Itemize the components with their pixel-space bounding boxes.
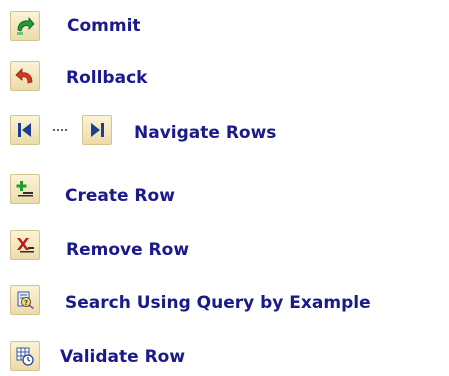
legend-row-remove: Remove Row xyxy=(0,229,449,265)
legend-row-validate: Validate Row xyxy=(0,340,449,376)
toolbar-legend: Commit Rollback Navigate Rows Create Row… xyxy=(0,0,449,373)
rollback-icon xyxy=(15,68,33,84)
query-by-example-button[interactable]: ? xyxy=(10,285,40,315)
range-dots xyxy=(53,129,67,131)
svg-text:?: ? xyxy=(24,299,28,307)
remove-row-button[interactable] xyxy=(10,230,40,260)
last-record-icon xyxy=(91,123,104,137)
legend-row-qbe: ? Search Using Query by Example xyxy=(0,284,449,320)
navigate-rows-label: Navigate Rows xyxy=(134,123,277,143)
commit-icon xyxy=(17,16,35,35)
legend-row-navigate: Navigate Rows xyxy=(0,114,449,150)
query-by-example-icon: ? xyxy=(17,291,34,309)
validate-row-icon xyxy=(16,347,34,366)
commit-button[interactable] xyxy=(10,11,40,41)
remove-row-icon xyxy=(17,238,34,253)
qbe-label: Search Using Query by Example xyxy=(65,293,371,313)
first-record-button[interactable] xyxy=(10,115,40,145)
legend-row-rollback: Rollback xyxy=(0,60,449,96)
rollback-label: Rollback xyxy=(66,68,148,88)
create-row-button[interactable] xyxy=(10,174,40,204)
create-row-label: Create Row xyxy=(65,186,175,206)
validate-row-button[interactable] xyxy=(10,341,40,371)
create-row-icon xyxy=(16,181,33,197)
first-record-icon xyxy=(18,123,31,137)
remove-row-label: Remove Row xyxy=(66,240,190,260)
validate-row-label: Validate Row xyxy=(60,347,186,367)
last-record-button[interactable] xyxy=(82,115,112,145)
legend-row-commit: Commit xyxy=(0,10,449,46)
rollback-button[interactable] xyxy=(10,61,40,91)
commit-label: Commit xyxy=(67,16,141,36)
legend-row-create: Create Row xyxy=(0,173,449,209)
